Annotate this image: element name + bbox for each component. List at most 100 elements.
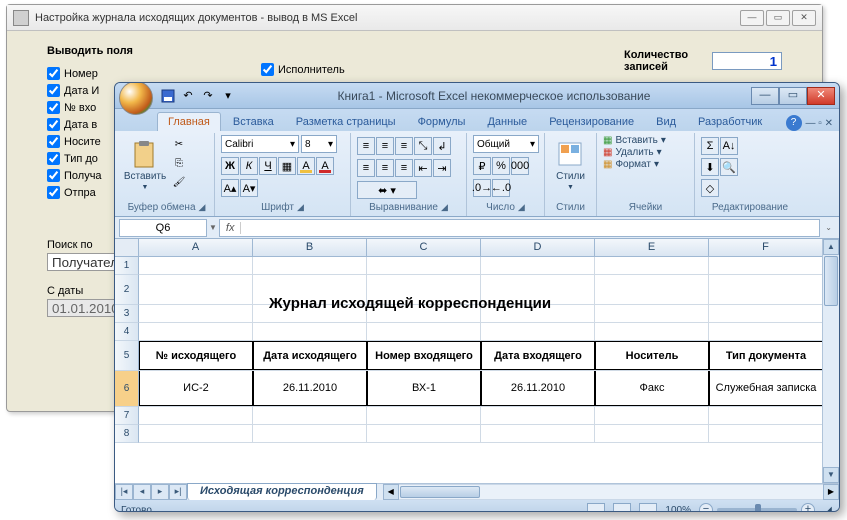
help-icon[interactable]: ? — [786, 115, 802, 131]
row-header[interactable]: 5 — [115, 341, 139, 371]
formula-input[interactable]: fx — [219, 219, 820, 237]
align-top-icon[interactable]: ≡ — [357, 137, 375, 155]
col-header[interactable]: A — [139, 239, 253, 257]
checkbox[interactable] — [47, 135, 60, 148]
bold-button[interactable]: Ж — [221, 157, 239, 175]
dialog-launcher-icon[interactable]: ◢ — [518, 202, 525, 213]
row-header[interactable]: 6 — [115, 371, 139, 407]
sheet-nav-prev-icon[interactable]: ◂ — [133, 484, 151, 500]
dialog-titlebar[interactable]: Настройка журнала исходящих документов -… — [7, 5, 822, 31]
zoom-out-button[interactable]: − — [699, 503, 713, 512]
sheet-nav-first-icon[interactable]: |◂ — [115, 484, 133, 500]
excel-maximize-button[interactable]: ▭ — [779, 87, 807, 105]
col-header[interactable]: E — [595, 239, 709, 257]
spreadsheet-grid[interactable]: A B C D E F 1 2 3 4 5 6 7 8 Журнал исход… — [115, 239, 839, 483]
checkbox[interactable] — [47, 152, 60, 165]
border-button[interactable]: ▦ — [278, 157, 296, 175]
row-header[interactable]: 2 — [115, 275, 139, 305]
shrink-font-icon[interactable]: A▾ — [240, 179, 258, 197]
merge-button[interactable]: ⬌ ▾ — [357, 181, 417, 199]
checkbox[interactable] — [261, 63, 274, 76]
col-header[interactable]: C — [367, 239, 481, 257]
sort-filter-icon[interactable]: A↓ — [720, 137, 738, 155]
row-header[interactable]: 4 — [115, 323, 139, 341]
excel-titlebar[interactable]: ↶ ↷ ▾ Книга1 - Microsoft Excel некоммерч… — [115, 83, 839, 109]
orientation-icon[interactable]: ⤡ — [414, 137, 432, 155]
tab-developer[interactable]: Разработчик — [688, 113, 772, 131]
name-box[interactable]: Q6 — [119, 219, 207, 237]
count-input[interactable] — [712, 52, 782, 70]
checkbox[interactable] — [47, 186, 60, 199]
dialog-launcher-icon[interactable]: ◢ — [199, 202, 206, 213]
horizontal-scrollbar[interactable]: ◀ ▶ — [383, 484, 839, 500]
copy-icon[interactable]: ⎘ — [169, 154, 189, 172]
zoom-in-button[interactable]: + — [801, 503, 815, 512]
save-icon[interactable] — [159, 87, 177, 105]
grow-font-icon[interactable]: A▴ — [221, 179, 239, 197]
format-cells-button[interactable]: ▦Формат ▾ — [603, 159, 659, 170]
dec-decimal-icon[interactable]: ←.0 — [492, 179, 510, 197]
tab-formulas[interactable]: Формулы — [408, 113, 476, 131]
wrap-text-icon[interactable]: ↲ — [433, 137, 451, 155]
zoom-label[interactable]: 100% — [665, 505, 691, 513]
align-left-icon[interactable]: ≡ — [357, 159, 375, 177]
fill-icon[interactable]: ⬇ — [701, 158, 719, 176]
number-format-combo[interactable]: Общий▾ — [473, 135, 539, 153]
percent-icon[interactable]: % — [492, 157, 510, 175]
format-painter-icon[interactable]: 🖌 — [169, 173, 189, 191]
executor-check[interactable]: Исполнитель — [261, 63, 345, 76]
indent-dec-icon[interactable]: ⇤ — [414, 159, 432, 177]
align-right-icon[interactable]: ≡ — [395, 159, 413, 177]
checkbox[interactable] — [47, 101, 60, 114]
currency-icon[interactable]: ₽ — [473, 157, 491, 175]
checkbox[interactable] — [47, 169, 60, 182]
col-header[interactable]: B — [253, 239, 367, 257]
inc-decimal-icon[interactable]: .0→ — [473, 179, 491, 197]
sheet-nav-last-icon[interactable]: ▸| — [169, 484, 187, 500]
paste-button[interactable]: Вставить ▼ — [125, 135, 165, 197]
tab-layout[interactable]: Разметка страницы — [286, 113, 406, 131]
vertical-scrollbar[interactable]: ▲ ▼ — [822, 239, 839, 483]
styles-button[interactable]: Стили ▼ — [551, 135, 590, 197]
zoom-slider[interactable] — [717, 508, 797, 512]
expand-formula-icon[interactable]: ⌄ — [822, 223, 835, 232]
row-header[interactable]: 7 — [115, 407, 139, 425]
insert-cells-button[interactable]: ▦Вставить ▾ — [603, 135, 666, 146]
align-center-icon[interactable]: ≡ — [376, 159, 394, 177]
row-header[interactable]: 1 — [115, 257, 139, 275]
close-button[interactable]: ✕ — [792, 10, 816, 26]
tab-view[interactable]: Вид — [646, 113, 686, 131]
col-header[interactable]: F — [709, 239, 823, 257]
resize-grip-icon[interactable]: ◢ — [823, 505, 833, 513]
align-bottom-icon[interactable]: ≡ — [395, 137, 413, 155]
font-name-combo[interactable]: Calibri▾ — [221, 135, 299, 153]
ribbon-toggle-icon[interactable]: — ▫ ✕ — [806, 118, 833, 129]
find-icon[interactable]: 🔍 — [720, 158, 738, 176]
excel-minimize-button[interactable]: — — [751, 87, 779, 105]
font-size-combo[interactable]: 8▾ — [301, 135, 337, 153]
delete-cells-button[interactable]: ▦Удалить ▾ — [603, 147, 662, 158]
autosum-icon[interactable]: Σ — [701, 137, 719, 155]
redo-icon[interactable]: ↷ — [199, 87, 217, 105]
select-all-corner[interactable] — [115, 239, 139, 257]
page-break-view-icon[interactable] — [639, 503, 657, 512]
qat-dropdown-icon[interactable]: ▾ — [219, 87, 237, 105]
scroll-thumb[interactable] — [400, 486, 480, 498]
excel-close-button[interactable]: ✕ — [807, 87, 835, 105]
fx-icon[interactable]: fx — [220, 222, 242, 234]
col-header[interactable]: D — [481, 239, 595, 257]
indent-inc-icon[interactable]: ⇥ — [433, 159, 451, 177]
scroll-down-icon[interactable]: ▼ — [823, 467, 839, 483]
dialog-launcher-icon[interactable]: ◢ — [441, 202, 448, 213]
scroll-right-icon[interactable]: ▶ — [823, 484, 839, 500]
tab-data[interactable]: Данные — [477, 113, 537, 131]
italic-button[interactable]: К — [240, 157, 258, 175]
font-color-button[interactable]: A — [316, 157, 334, 175]
row-header[interactable]: 3 — [115, 305, 139, 323]
page-layout-view-icon[interactable] — [613, 503, 631, 512]
scroll-up-icon[interactable]: ▲ — [823, 239, 839, 255]
checkbox[interactable] — [47, 118, 60, 131]
tab-review[interactable]: Рецензирование — [539, 113, 644, 131]
maximize-button[interactable]: ▭ — [766, 10, 790, 26]
scroll-left-icon[interactable]: ◀ — [383, 484, 399, 500]
